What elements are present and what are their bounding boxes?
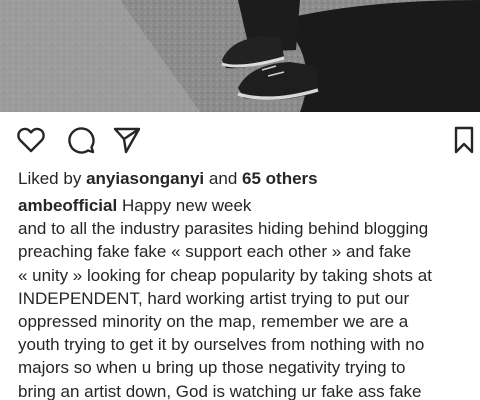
bookmark-icon[interactable]: [451, 125, 477, 155]
others-likes-link[interactable]: 65 others: [242, 169, 318, 188]
heart-icon[interactable]: [16, 125, 46, 155]
caption-line: majors so when u bring up those negativi…: [18, 358, 406, 378]
caption-username-link[interactable]: ambeofficial: [18, 196, 117, 215]
caption-line: « unity » looking for cheap popularity b…: [18, 265, 432, 285]
post-caption: ambeofficial Happy new week and to all t…: [18, 194, 478, 400]
paper-plane-icon[interactable]: [112, 125, 142, 155]
caption-line-first: ambeofficial Happy new week: [18, 194, 478, 217]
liked-by-user-link[interactable]: anyiasonganyi: [86, 169, 204, 188]
caption-line: youth trying to get it by ourselves from…: [18, 335, 425, 355]
caption-first-line-text: Happy new week: [121, 196, 252, 215]
caption-line: bring an artist down, God is watching ur…: [18, 381, 422, 400]
caption-line: oppressed minority on the map, remember …: [18, 311, 409, 331]
caption-line: and to all the industry parasites hiding…: [18, 219, 429, 239]
caption-line: preaching fake fake « support each other…: [18, 242, 412, 262]
post-photo[interactable]: [0, 0, 480, 112]
caption-line: INDEPENDENT, hard working artist trying …: [18, 288, 410, 308]
likes-prefix: Liked by: [18, 169, 82, 188]
comment-icon[interactable]: [66, 125, 96, 155]
likes-connector: and: [208, 169, 238, 188]
post-action-bar: [0, 112, 480, 167]
post-photo-graphic: [0, 0, 480, 112]
likes-summary: Liked by anyiasonganyi and 65 others: [18, 168, 318, 190]
